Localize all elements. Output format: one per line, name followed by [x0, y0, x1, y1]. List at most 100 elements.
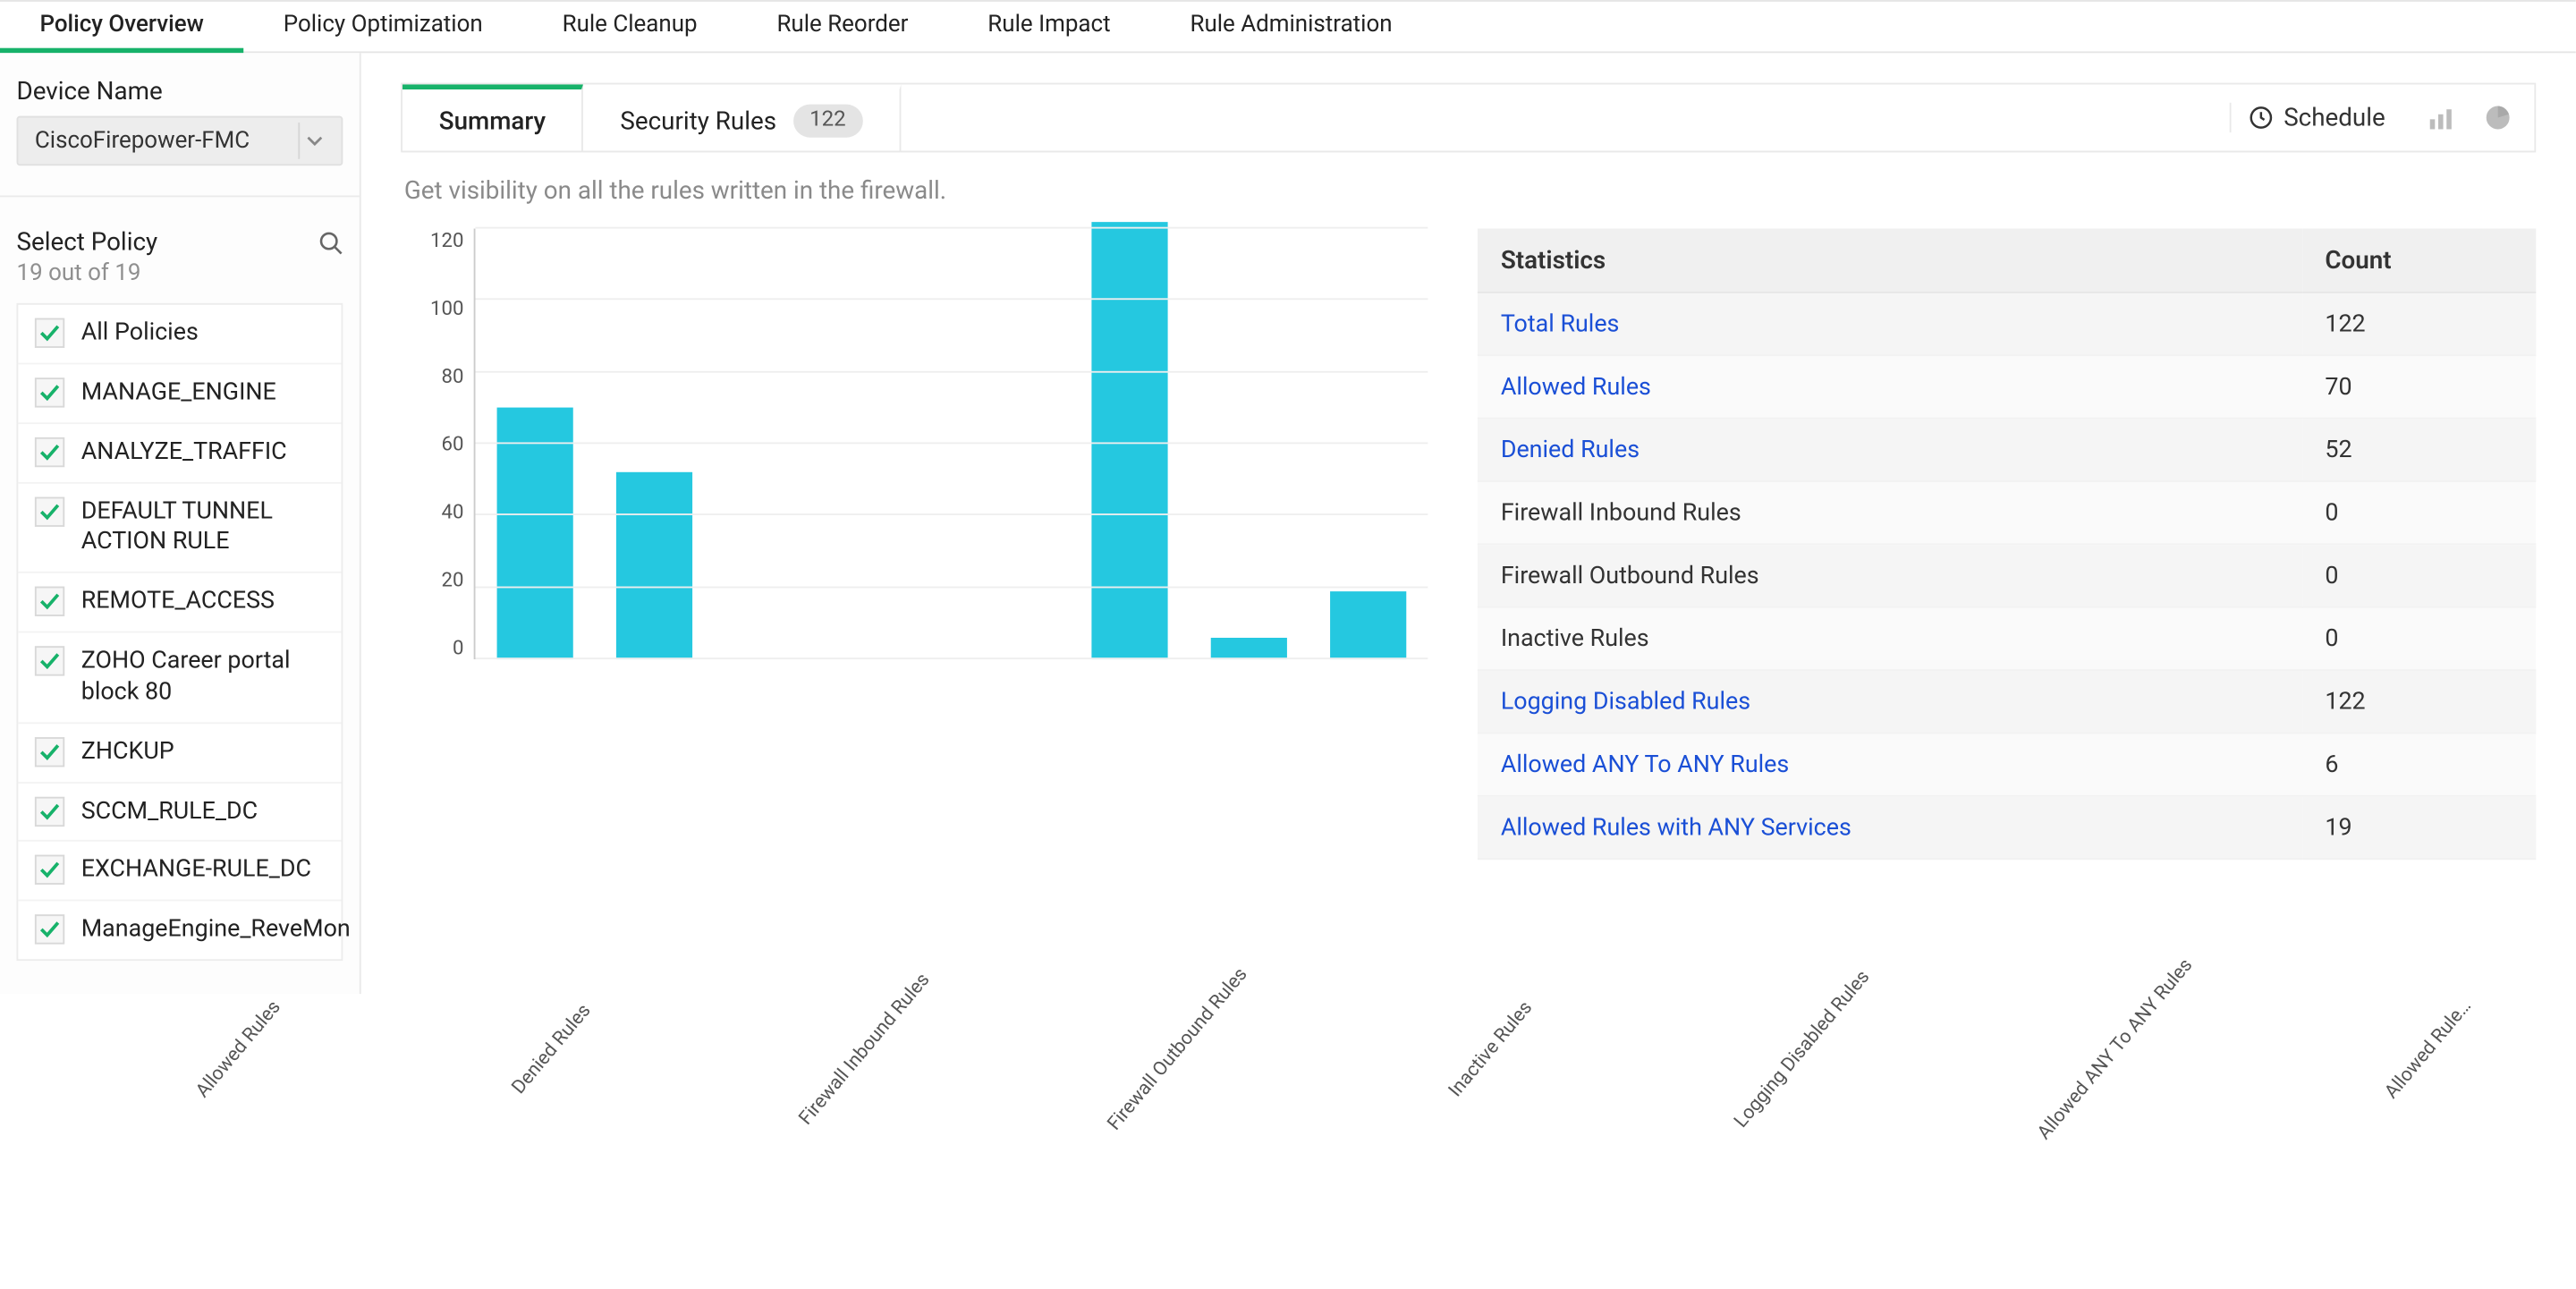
- top-tab-rule-cleanup[interactable]: Rule Cleanup: [522, 0, 737, 53]
- stat-count: 6: [2301, 733, 2536, 795]
- y-tick-label: 60: [442, 432, 464, 455]
- policy-item-label: DEFAULT TUNNEL ACTION RULE: [81, 496, 325, 559]
- policy-item-label: MANAGE_ENGINE: [81, 377, 276, 409]
- stat-count: 122: [2301, 293, 2536, 355]
- stat-label[interactable]: Allowed Rules: [1478, 355, 2302, 418]
- stat-label[interactable]: Allowed Rules with ANY Services: [1478, 796, 2302, 859]
- top-tab-rule-impact[interactable]: Rule Impact: [948, 0, 1150, 53]
- y-tick-label: 40: [442, 500, 464, 523]
- sidebar: Device Name CiscoFirepower-FMC Select Po…: [0, 53, 361, 994]
- panel-tabs: Summary Security Rules122: [402, 84, 901, 150]
- panel-tab-summary[interactable]: Summary: [402, 84, 584, 150]
- x-tick-label: Firewall Inbound Rules: [754, 921, 1107, 1289]
- x-tick-label: Allowed Rule…: [2318, 921, 2576, 1289]
- policy-item[interactable]: DEFAULT TUNNEL ACTION RULE: [18, 483, 341, 573]
- panel-tab-label: Security Rules: [620, 106, 776, 135]
- checkmark-icon: [35, 496, 64, 526]
- policy-item-label: ZOHO Career portal block 80: [81, 646, 325, 708]
- bar-chart-icon[interactable]: [2428, 105, 2458, 131]
- policy-item[interactable]: EXCHANGE-RULE_DC: [18, 843, 341, 902]
- x-tick-label: Denied Rules: [441, 921, 794, 1289]
- panel-tab-label: Summary: [439, 106, 546, 135]
- grid-line: [475, 442, 1428, 444]
- select-policy-label: Select Policy: [17, 227, 158, 257]
- chevron-down-icon: [298, 123, 327, 159]
- x-tick-label: Allowed ANY To ANY Rules: [2005, 921, 2359, 1289]
- table-row: Allowed Rules with ANY Services19: [1478, 796, 2536, 859]
- y-tick-label: 120: [430, 229, 463, 252]
- x-tick-label: Inactive Rules: [1379, 921, 1733, 1289]
- stat-count: 19: [2301, 796, 2536, 859]
- stat-count: 70: [2301, 355, 2536, 418]
- policy-item[interactable]: ManageEngine_ReveMon: [18, 902, 341, 960]
- top-tab-policy-optimization[interactable]: Policy Optimization: [243, 0, 522, 53]
- hint-text: Get visibility on all the rules written …: [404, 175, 2536, 205]
- stat-label: Firewall Outbound Rules: [1478, 544, 2302, 606]
- policy-list: All Policies MANAGE_ENGINE ANALYZE_TRAFFIC…: [17, 303, 343, 961]
- checkmark-icon: [35, 437, 64, 466]
- policy-item-label: SCCM_RULE_DC: [81, 796, 258, 827]
- top-tab-rule-reorder[interactable]: Rule Reorder: [737, 0, 948, 53]
- policy-item[interactable]: REMOTE_ACCESS: [18, 573, 341, 632]
- bar[interactable]: [1211, 638, 1287, 659]
- stat-count: 122: [2301, 670, 2536, 733]
- bar[interactable]: [1330, 591, 1406, 659]
- rules-bar-chart: 120100806040200 Allowed RulesDenied Rule…: [401, 229, 1428, 693]
- checkmark-icon: [35, 646, 64, 675]
- main-panel: SummarySecurity Rules122 Schedule: [361, 53, 2576, 994]
- policy-item[interactable]: ZOHO Career portal block 80: [18, 633, 341, 724]
- policy-item-label: ManageEngine_ReveMon: [81, 915, 351, 946]
- stats-col-header: Statistics: [1478, 229, 2302, 293]
- checkmark-icon: [35, 587, 64, 616]
- grid-line: [475, 227, 1428, 229]
- stat-label[interactable]: Logging Disabled Rules: [1478, 670, 2302, 733]
- stat-count: 0: [2301, 607, 2536, 670]
- checkmark-icon: [35, 377, 64, 407]
- count-col-header: Count: [2301, 229, 2536, 293]
- stat-label[interactable]: Denied Rules: [1478, 419, 2302, 481]
- schedule-label: Schedule: [2284, 103, 2385, 132]
- table-row: Denied Rules52: [1478, 419, 2536, 481]
- policy-item[interactable]: MANAGE_ENGINE: [18, 364, 341, 423]
- schedule-button[interactable]: Schedule: [2229, 103, 2402, 132]
- chart-x-axis: Allowed RulesDenied RulesFirewall Inboun…: [72, 994, 2575, 1192]
- bar[interactable]: [496, 408, 572, 659]
- policy-item[interactable]: SCCM_RULE_DC: [18, 783, 341, 842]
- top-tab-policy-overview[interactable]: Policy Overview: [0, 0, 243, 53]
- stat-label[interactable]: Allowed ANY To ANY Rules: [1478, 733, 2302, 795]
- y-tick-label: 80: [442, 364, 464, 387]
- x-tick-label: Firewall Outbound Rules: [1067, 921, 1420, 1289]
- policy-item[interactable]: ZHCKUP: [18, 724, 341, 783]
- panel-tab-security-rules[interactable]: Security Rules122: [584, 84, 901, 150]
- grid-line: [475, 586, 1428, 588]
- policy-item[interactable]: ANALYZE_TRAFFIC: [18, 424, 341, 483]
- stat-label[interactable]: Total Rules: [1478, 293, 2302, 355]
- policy-item-label: REMOTE_ACCESS: [81, 587, 275, 618]
- panel-header: Summary Security Rules122 Schedule: [401, 83, 2536, 153]
- checkmark-icon: [35, 796, 64, 826]
- stat-label: Firewall Inbound Rules: [1478, 481, 2302, 544]
- checkmark-icon: [35, 737, 64, 767]
- policy-item[interactable]: All Policies: [18, 305, 341, 364]
- device-select[interactable]: CiscoFirepower-FMC: [17, 116, 343, 166]
- device-name-label: Device Name: [17, 76, 343, 106]
- table-row: Logging Disabled Rules122: [1478, 670, 2536, 733]
- pie-chart-icon[interactable]: [2485, 105, 2512, 131]
- policy-count: 19 out of 19: [17, 260, 343, 287]
- top-tab-rule-administration[interactable]: Rule Administration: [1150, 0, 1432, 53]
- bar[interactable]: [1092, 222, 1168, 660]
- chart-y-axis: 120100806040200: [401, 229, 473, 659]
- table-row: Firewall Outbound Rules0: [1478, 544, 2536, 606]
- search-icon[interactable]: [318, 229, 343, 254]
- grid-line: [475, 657, 1428, 659]
- bar[interactable]: [616, 472, 692, 659]
- table-row: Inactive Rules0: [1478, 607, 2536, 670]
- policy-item-label: EXCHANGE-RULE_DC: [81, 855, 311, 886]
- y-tick-label: 100: [430, 296, 463, 319]
- stat-label: Inactive Rules: [1478, 607, 2302, 670]
- table-row: Firewall Inbound Rules0: [1478, 481, 2536, 544]
- x-tick-label: Logging Disabled Rules: [1692, 921, 2046, 1289]
- policy-item-label: ZHCKUP: [81, 737, 174, 768]
- table-row: Allowed ANY To ANY Rules6: [1478, 733, 2536, 795]
- grid-line: [475, 299, 1428, 301]
